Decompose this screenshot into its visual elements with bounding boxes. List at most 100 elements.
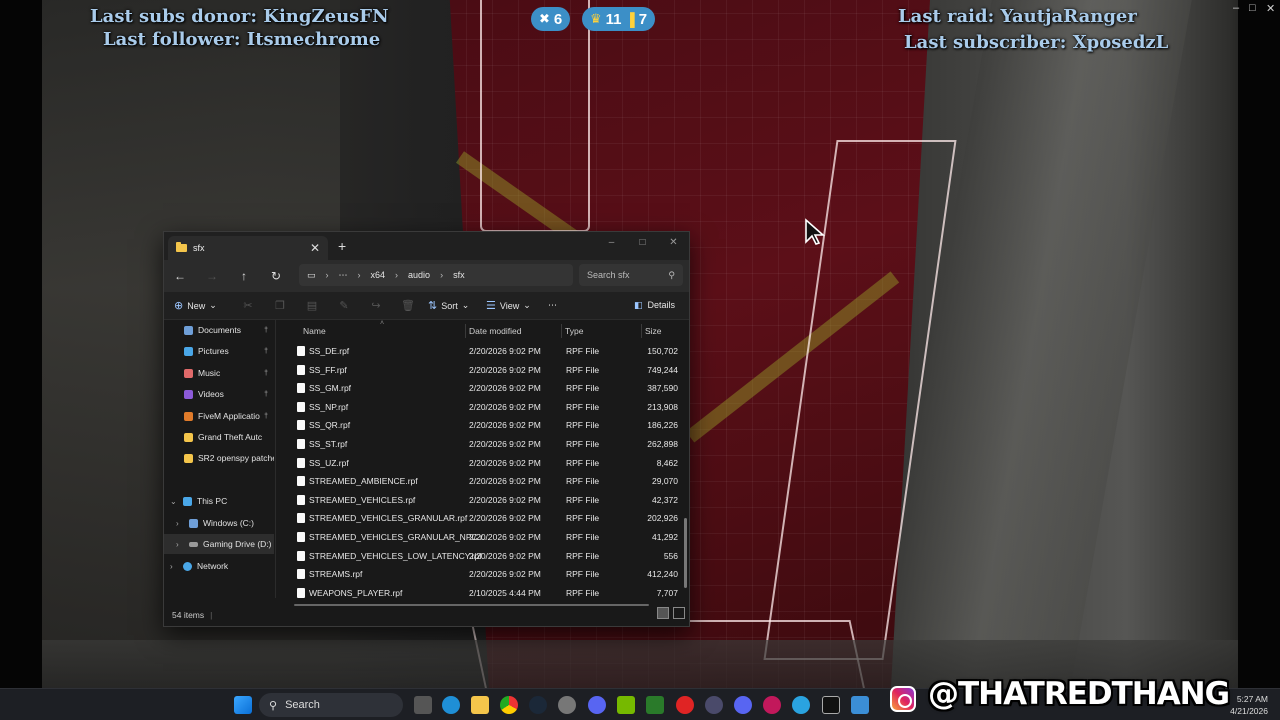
column-header-size[interactable]: Size xyxy=(645,326,662,336)
minimize-window-icon[interactable]: – xyxy=(596,232,627,252)
search-input[interactable]: Search sfx ⚲ xyxy=(579,264,683,286)
paste-icon[interactable]: ▤ xyxy=(296,299,328,312)
copy-icon[interactable]: ❐ xyxy=(264,299,296,312)
steam-icon[interactable] xyxy=(529,696,547,714)
tiles-view-icon[interactable] xyxy=(673,607,685,619)
taskbar-clock[interactable]: 5:27 AM 4/21/2026 xyxy=(1230,693,1268,717)
sidebar-item-quick-access[interactable]: FiveM Applicatio † xyxy=(164,406,274,426)
maximize-icon[interactable]: □ xyxy=(1249,2,1256,14)
share-icon[interactable]: ↪ xyxy=(360,299,392,312)
column-header-type[interactable]: Type xyxy=(565,326,583,336)
taskbar-search[interactable]: ⚲ Search xyxy=(259,693,403,717)
settings-icon[interactable] xyxy=(558,696,576,714)
sidebar-item-quick-access[interactable]: Pictures † xyxy=(164,341,274,361)
app-icon[interactable] xyxy=(705,696,723,714)
sidebar-item-label: Music xyxy=(198,368,221,378)
file-row[interactable]: STREAMED_VEHICLES_GRANULAR.rpf 2/20/2026 … xyxy=(290,509,678,528)
file-date: 2/10/2025 4:44 PM xyxy=(469,587,541,598)
chevron-right-icon[interactable]: › xyxy=(176,540,184,549)
sidebar-item-network[interactable]: › Network xyxy=(164,556,274,576)
file-row[interactable]: STREAMED_AMBIENCE.rpf 2/20/2026 9:02 PM RP… xyxy=(290,472,678,491)
telegram-icon[interactable] xyxy=(792,696,810,714)
up-icon[interactable]: ↑ xyxy=(228,269,260,283)
file-size: 412,240 xyxy=(647,569,678,580)
breadcrumb-overflow[interactable]: ⋯ xyxy=(339,270,348,281)
sidebar-item-drive-c[interactable]: › Windows (C:) xyxy=(164,513,274,533)
rename-icon[interactable]: ✎ xyxy=(328,299,360,312)
file-row[interactable]: SS_NP.rpf 2/20/2026 9:02 PM RPF File 213,90… xyxy=(290,398,678,417)
column-divider[interactable] xyxy=(465,324,466,338)
sidebar-item-quick-access[interactable]: Grand Theft Autc xyxy=(164,427,274,447)
file-row[interactable]: SS_ST.rpf 2/20/2026 9:02 PM RPF File 262,89… xyxy=(290,435,678,454)
chevron-right-icon[interactable]: › xyxy=(176,519,184,528)
file-explorer-window[interactable]: sfx ✕ + – □ ✕ ← → ↑ ↻ ▭ › ⋯ › x64 › audi… xyxy=(163,231,690,627)
refresh-icon[interactable]: ↻ xyxy=(260,269,292,283)
trophy-icon: ♛ xyxy=(590,11,602,26)
vertical-scrollbar[interactable] xyxy=(684,518,687,588)
sort-button[interactable]: ⇅ Sort ⌄ xyxy=(428,299,486,312)
terminal-icon[interactable] xyxy=(822,696,840,714)
column-header-date[interactable]: Date modified xyxy=(469,326,521,336)
scene-edge-left xyxy=(0,0,42,690)
file-row[interactable]: WEAPONS_PLAYER.rpf 2/10/2025 4:44 PM RPF F… xyxy=(290,584,678,603)
breadcrumb-audio[interactable]: audio xyxy=(408,270,430,280)
chrome-icon[interactable] xyxy=(500,696,518,714)
task-view-icon[interactable] xyxy=(414,696,432,714)
more-options-icon[interactable]: ⋯ xyxy=(548,300,557,311)
nvidia-icon[interactable] xyxy=(617,696,635,714)
sidebar-item-quick-access[interactable]: Videos † xyxy=(164,384,274,404)
breadcrumb-x64[interactable]: x64 xyxy=(371,270,386,280)
details-view-icon[interactable] xyxy=(657,607,669,619)
file-row[interactable]: STREAMED_VEHICLES_LOW_LATENCY.rpf 2/20/20… xyxy=(290,547,678,566)
view-button[interactable]: ☰ View ⌄ xyxy=(486,299,548,312)
close-window-icon[interactable]: ✕ xyxy=(658,232,689,252)
back-icon[interactable]: ← xyxy=(164,269,196,283)
details-button[interactable]: ◧ Details xyxy=(634,300,675,311)
file-row[interactable]: SS_QR.rpf 2/20/2026 9:02 PM RPF File 186,22… xyxy=(290,416,678,435)
discord-icon[interactable] xyxy=(734,696,752,714)
recorder-icon[interactable] xyxy=(763,696,781,714)
file-name: SS_UZ.rpf xyxy=(309,457,349,468)
start-icon[interactable] xyxy=(234,696,252,714)
forward-icon[interactable]: → xyxy=(196,269,228,283)
column-divider[interactable] xyxy=(641,324,642,338)
discord-icon[interactable] xyxy=(588,696,606,714)
column-divider[interactable] xyxy=(561,324,562,338)
breadcrumb-sfx[interactable]: sfx xyxy=(453,270,465,280)
delete-icon[interactable]: 🗑 xyxy=(392,299,424,312)
column-header-name[interactable]: Name xyxy=(303,326,326,336)
sort-label: Sort xyxy=(441,300,458,311)
file-name: SS_FF.rpf xyxy=(309,364,347,375)
file-row[interactable]: STREAMED_VEHICLES.rpf 2/20/2026 9:02 PM RP… xyxy=(290,491,678,510)
edge-icon[interactable] xyxy=(442,696,460,714)
sidebar-item-drive-d[interactable]: › Gaming Drive (D:) xyxy=(164,534,274,554)
app-icon[interactable] xyxy=(646,696,664,714)
new-tab-icon[interactable]: + xyxy=(338,238,346,254)
chevron-right-icon[interactable]: › xyxy=(170,562,178,571)
file-row[interactable]: SS_UZ.rpf 2/20/2026 9:02 PM RPF File 8,462 xyxy=(290,454,678,473)
notepad-icon[interactable] xyxy=(851,696,869,714)
tab-sfx[interactable]: sfx ✕ xyxy=(168,236,328,260)
cut-icon[interactable]: ✂ xyxy=(232,299,264,312)
file-explorer-icon[interactable] xyxy=(471,696,489,714)
minimize-icon[interactable]: – xyxy=(1233,2,1239,14)
explorer-titlebar[interactable]: sfx ✕ + – □ ✕ xyxy=(164,232,689,260)
new-button[interactable]: ⊕ New ⌄ xyxy=(174,299,232,312)
plus-circle-icon: ⊕ xyxy=(174,300,184,312)
sidebar-item-quick-access[interactable]: Music † xyxy=(164,363,274,383)
address-bar[interactable]: ▭ › ⋯ › x64 › audio › sfx xyxy=(299,264,573,286)
file-row[interactable]: STREAMS.rpf 2/20/2026 9:02 PM RPF File 412,… xyxy=(290,565,678,584)
file-row[interactable]: SS_DE.rpf 2/20/2026 9:02 PM RPF File 150,70… xyxy=(290,342,678,361)
close-icon[interactable]: ✕ xyxy=(1266,2,1275,15)
sidebar-item-quick-access[interactable]: SR2 openspy patche xyxy=(164,448,274,468)
file-row[interactable]: SS_FF.rpf 2/20/2026 9:02 PM RPF File 749,24… xyxy=(290,361,678,380)
maximize-window-icon[interactable]: □ xyxy=(627,232,658,252)
media-player-icon[interactable] xyxy=(676,696,694,714)
clock-date: 4/21/2026 xyxy=(1230,706,1268,716)
chevron-down-icon[interactable]: ⌄ xyxy=(170,497,178,506)
tab-close-icon[interactable]: ✕ xyxy=(310,241,320,255)
file-row[interactable]: STREAMED_VEHICLES_GRANULAR_NPC.r... 2/20/… xyxy=(290,528,678,547)
file-row[interactable]: SS_GM.rpf 2/20/2026 9:02 PM RPF File 387,59… xyxy=(290,379,678,398)
sidebar-item-this-pc[interactable]: ⌄ This PC xyxy=(164,491,274,511)
sidebar-item-quick-access[interactable]: Documents † xyxy=(164,320,274,340)
